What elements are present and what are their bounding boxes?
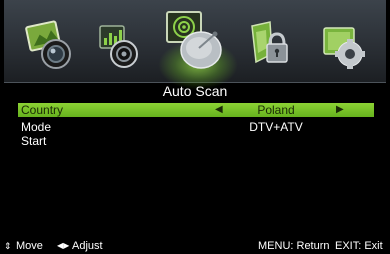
sound-menu-icon[interactable] — [92, 18, 148, 74]
left-arrow-icon[interactable]: ◀ — [215, 103, 223, 117]
up-down-arrows-icon: ⇕ — [4, 241, 12, 251]
mode-option-row[interactable]: Mode DTV+ATV — [18, 120, 374, 134]
lock-menu-icon[interactable] — [242, 18, 298, 74]
mode-label: Mode — [21, 120, 52, 134]
right-arrow-icon[interactable]: ▶ — [336, 103, 344, 117]
picture-menu-icon[interactable] — [22, 18, 78, 74]
country-value: Poland — [257, 103, 295, 117]
tv-osd-screen: Auto Scan Country ◀ Poland ▶ Mode DTV+AT… — [4, 0, 386, 254]
move-hint: Move — [16, 240, 43, 252]
exit-hint: EXIT: Exit — [335, 240, 383, 252]
page-title: Auto Scan — [162, 83, 228, 99]
left-right-arrows-icon: ◀▶ — [57, 241, 70, 250]
start-label: Start — [21, 134, 47, 148]
footer-hint-bar: ⇕ Move ◀▶ Adjust MENU: Return EXIT: Exit — [4, 238, 386, 254]
menu-return-hint: MENU: Return — [258, 240, 330, 252]
channel-menu-icon[interactable] — [159, 6, 229, 76]
setup-menu-icon[interactable] — [316, 18, 372, 74]
mode-value: DTV+ATV — [249, 120, 303, 134]
country-label: Country — [21, 103, 64, 117]
country-option-row[interactable]: Country ◀ Poland ▶ — [18, 103, 374, 117]
menu-icon-bar — [4, 0, 386, 90]
adjust-hint: Adjust — [72, 240, 103, 252]
start-option-row[interactable]: Start — [18, 134, 374, 148]
